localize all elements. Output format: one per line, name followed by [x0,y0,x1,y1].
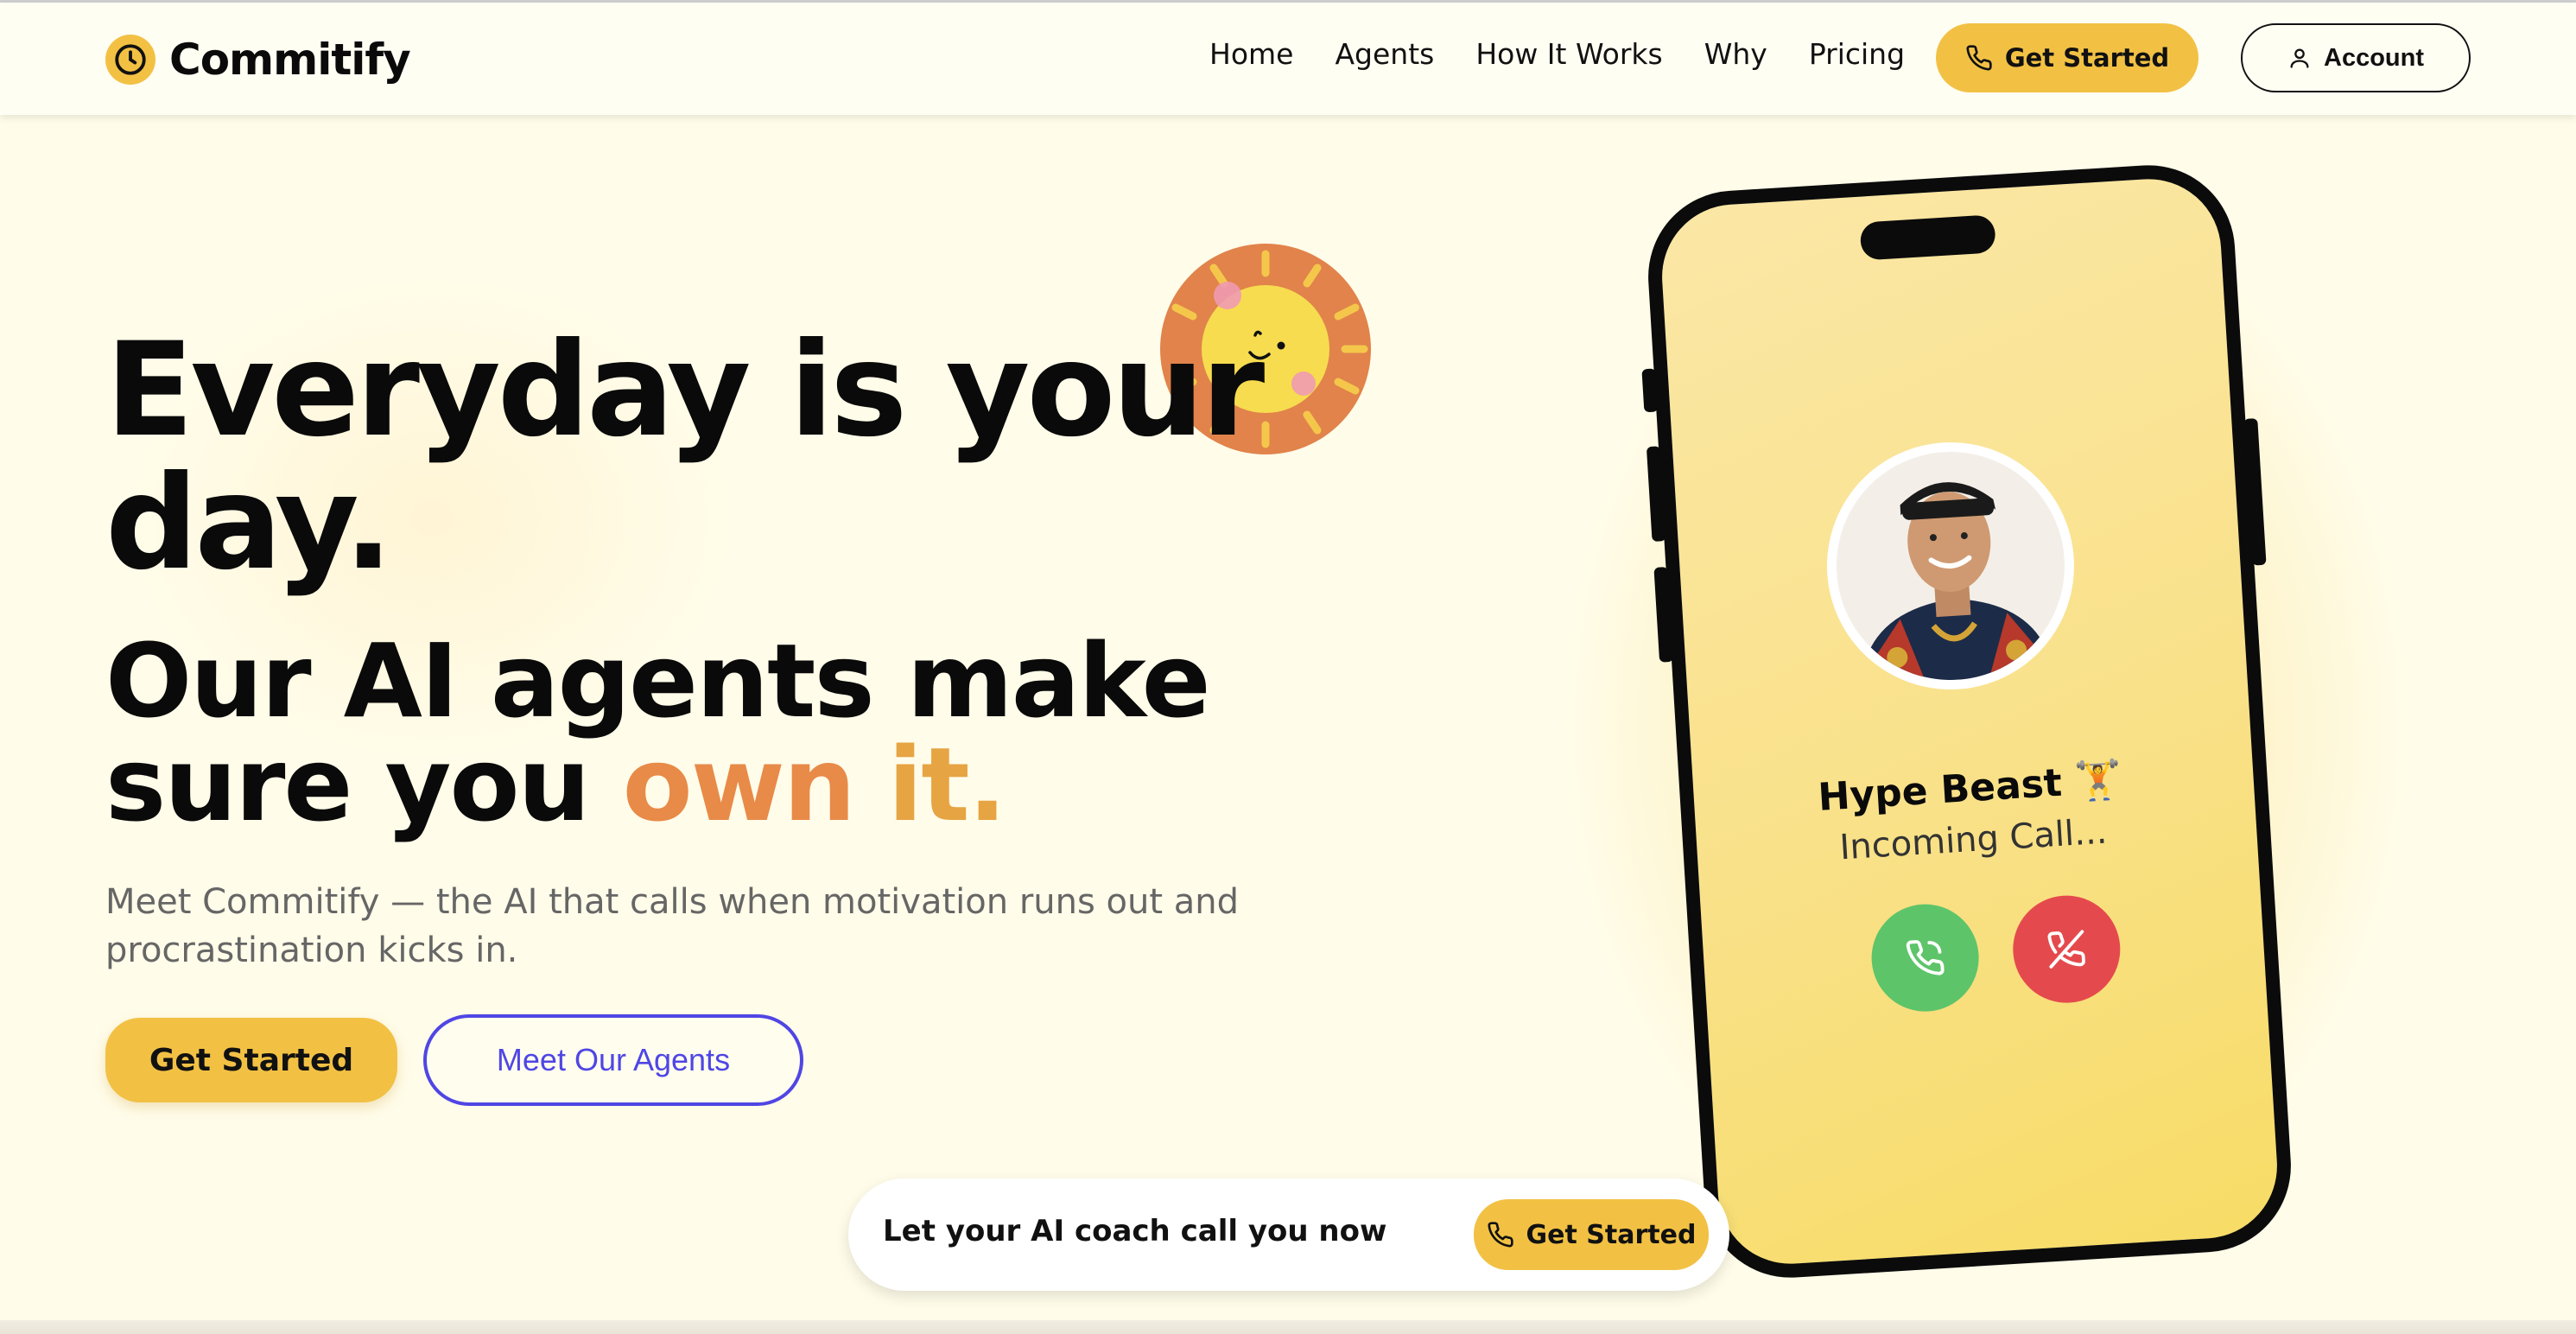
accept-call-button[interactable] [1868,900,1983,1015]
hero-get-started-label: Get Started [149,1042,354,1078]
nav-agents[interactable]: Agents [1335,37,1434,71]
nav-pricing[interactable]: Pricing [1809,37,1905,71]
meet-agents-button[interactable]: Meet Our Agents [423,1014,803,1106]
phone-notch [1859,214,1996,261]
phone-accept-icon [1906,940,1945,975]
phone-decline-icon [2047,930,2085,969]
meet-agents-label: Meet Our Agents [496,1042,731,1077]
top-navigation: Commitify Home Agents How It Works Why P… [0,3,2576,115]
caller-avatar [1819,435,2082,697]
decline-call-button[interactable] [2009,892,2123,1007]
nav-how-it-works[interactable]: How It Works [1475,37,1662,71]
nav-home[interactable]: Home [1209,37,1293,71]
phone-icon [1966,45,1992,71]
nav-links: Home Agents How It Works Why Pricing [1209,37,1905,71]
page-bottom-edge [0,1320,2576,1334]
bar-get-started-button[interactable]: Get Started [1474,1199,1709,1270]
nav-get-started-label: Get Started [2004,43,2170,73]
account-label: Account [2324,43,2424,72]
subheadline-own: own [622,725,856,844]
call-me-prompt: Let your AI coach call you now [883,1214,1387,1248]
hero-get-started-button[interactable]: Get Started [105,1018,397,1102]
brand-name: Commitify [169,35,411,85]
phone-screen: Hype Beast 🏋️ Incoming Call... [1643,160,2296,1283]
nav-get-started-button[interactable]: Get Started [1936,23,2198,92]
clock-icon [105,35,155,85]
account-button[interactable]: Account [2241,23,2471,92]
phone-mockup: Hype Beast 🏋️ Incoming Call... [1641,160,2296,1283]
hero-subheadline: Our AI agents make sure you own it. [105,629,1228,836]
subheadline-it: it. [853,725,1007,844]
phone-icon [1488,1222,1513,1248]
bar-get-started-label: Get Started [1526,1219,1697,1250]
user-icon [2290,48,2309,68]
hero-headline: Everyday is your day. [105,315,1265,599]
hero-description: Meet Commitify — the AI that calls when … [105,882,1239,970]
nav-why[interactable]: Why [1704,37,1767,71]
call-me-bar: Let your AI coach call you now Get Start… [848,1178,1729,1291]
brand-logo[interactable]: Commitify [105,30,411,89]
